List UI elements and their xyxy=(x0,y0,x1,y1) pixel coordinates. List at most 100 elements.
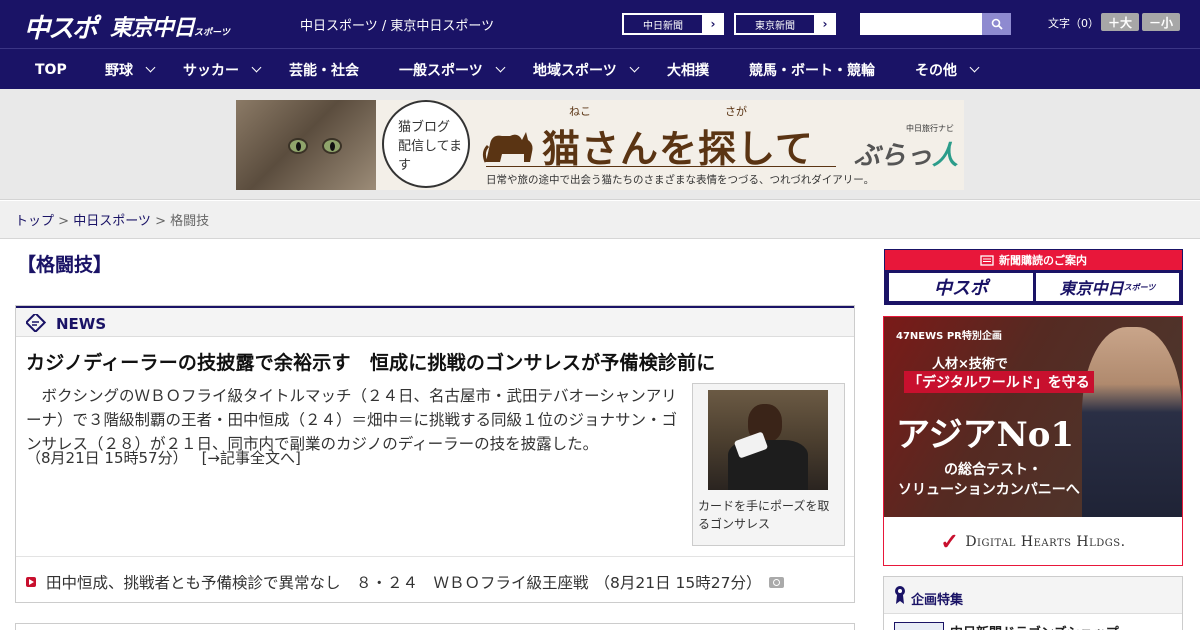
article-photo[interactable] xyxy=(708,390,828,490)
sub-tokyo-small: スポーツ xyxy=(1123,282,1156,292)
nav-label: 一般スポーツ xyxy=(399,62,483,79)
feature-item[interactable]: 中日新聞ドラゴンズショップ xyxy=(950,622,1119,630)
banner-divider xyxy=(486,166,836,167)
ad-line: ソリューションカンパニーへ xyxy=(898,482,1080,498)
tokyo-chunichi-logo[interactable]: 東京中日スポーツ xyxy=(110,10,230,42)
brand-logo: ぶらっ人 xyxy=(854,135,958,172)
global-nav: TOP 野球 サッカー 芸能・社会 一般スポーツ 地域スポーツ 大相撲 競馬・ボ… xyxy=(0,48,1200,89)
related-article[interactable]: 田中恒成、挑戦者とも予備検診で異常なし ８・２４ ＷＢＯフライ級王座戦 （8月2… xyxy=(26,571,785,593)
chevron-down-icon xyxy=(629,62,640,73)
news-title: NEWS xyxy=(56,315,107,333)
chunichi-shimbun-label: 中日新聞 xyxy=(623,14,703,34)
sites-link[interactable]: 中日スポーツ / 東京中日スポーツ xyxy=(300,15,494,34)
article-meta: （8月21日 15時57分） [→記事全文へ] xyxy=(26,447,301,468)
ad-company: ✓ Digital Hearts Hldgs. xyxy=(884,517,1182,565)
brand-subtitle: 中日旅行ナビ xyxy=(906,124,954,133)
subscription-header: 新聞購読のご案内 xyxy=(885,250,1182,270)
camera-icon xyxy=(769,576,785,588)
subscribe-tokyo-chunichi-button[interactable]: 東京中日 スポーツ xyxy=(1036,273,1179,301)
site-header: 中スポ 東京中日スポーツ 中日スポーツ / 東京中日スポーツ 中日新聞 › 東京… xyxy=(0,0,1200,48)
search-input[interactable] xyxy=(860,13,982,35)
ribbon-icon xyxy=(895,586,905,604)
tokyo-logo-text: 東京中日 xyxy=(110,16,195,41)
nav-item-general-sports[interactable]: 一般スポーツ xyxy=(399,49,506,90)
breadcrumb-sep: > xyxy=(150,214,171,229)
chevron-right-icon: › xyxy=(710,17,716,31)
breadcrumb: トップ > 中日スポーツ > 格闘技 xyxy=(15,210,209,229)
font-size-label: 文字（0） xyxy=(1048,17,1099,30)
next-section xyxy=(15,623,855,630)
nav-label: 大相撲 xyxy=(667,62,709,79)
article-headline[interactable]: カジノディーラーの技披露で余裕示す 恒成に挑戦のゴンサレスが予備検診前に xyxy=(26,348,716,375)
brand-accent: 人 xyxy=(932,141,959,171)
breadcrumb-chunichi[interactable]: 中日スポーツ xyxy=(73,214,151,229)
speech-bubble: 猫ブログ配信してます xyxy=(382,100,470,188)
feature-thumbnail[interactable] xyxy=(894,622,944,630)
chunichi-shimbun-button[interactable]: 中日新聞 › xyxy=(622,13,724,35)
sub-tokyo-text: 東京中日 xyxy=(1059,279,1124,298)
breadcrumb-sep: > xyxy=(54,214,74,229)
news-section: NEWS カジノディーラーの技披露で余裕示す 恒成に挑戦のゴンサレスが予備検診前… xyxy=(15,305,855,603)
ad-person xyxy=(1082,327,1182,517)
subscribe-chuspo-button[interactable]: 中スポ xyxy=(889,273,1033,301)
cat-blog-banner-ad[interactable]: 猫ブログ配信してます ねこ さが 猫さんを探して 中日旅行ナビ ぶらっ人 日常や… xyxy=(236,100,964,190)
chevron-down-icon xyxy=(251,62,262,73)
chevron-down-icon xyxy=(145,62,156,73)
cat-eye xyxy=(288,138,308,154)
photo-caption: カードを手にポーズを取るゴンサレス xyxy=(698,499,830,531)
tokyo-shimbun-label: 東京新聞 xyxy=(735,14,815,34)
nav-item-others[interactable]: その他 xyxy=(915,49,980,90)
sidebar-ad[interactable]: 47NEWS PR特別企画 人材×技術で 「デジタルワールド」を守る アジアNo… xyxy=(883,316,1183,566)
nav-item-baseball[interactable]: 野球 xyxy=(105,49,156,90)
divider xyxy=(16,556,854,557)
nav-item-soccer[interactable]: サッカー xyxy=(183,49,262,90)
nav-label: TOP xyxy=(35,61,67,78)
search-button[interactable] xyxy=(982,13,1011,35)
ad-line: の総合テスト・ xyxy=(944,462,1042,478)
ruby-saga: さが xyxy=(725,105,747,118)
checkmark-icon: ✓ xyxy=(940,528,960,555)
nav-label: 芸能・社会 xyxy=(289,62,359,79)
breadcrumb-current: 格闘技 xyxy=(170,214,210,229)
cat-silhouette-icon xyxy=(482,132,533,163)
ad-line: 人材×技術で xyxy=(932,357,1008,372)
chevron-down-icon xyxy=(969,62,980,73)
ad-company-name: Digital Hearts Hldgs. xyxy=(965,533,1126,550)
brand-text: ぶらっ xyxy=(854,141,933,171)
chuspo-logo[interactable]: 中スポ xyxy=(24,8,98,45)
feature-title: 企画特集 xyxy=(911,593,964,608)
ad-headline: アジアNo1 xyxy=(896,415,1075,455)
nav-item-keiba[interactable]: 競馬・ボート・競輪 xyxy=(749,49,875,90)
nav-item-local-sports[interactable]: 地域スポーツ xyxy=(533,49,640,90)
font-smaller-button[interactable]: －小 xyxy=(1142,13,1180,31)
nav-item-top[interactable]: TOP xyxy=(35,49,67,90)
chevron-down-icon xyxy=(495,62,506,73)
chevron-right-icon: › xyxy=(822,17,828,31)
ad-pr-label: 47NEWS PR特別企画 xyxy=(896,331,1002,342)
banner-title: 猫さんを探して xyxy=(542,126,814,171)
feature-box: 企画特集 中日新聞ドラゴンズショップ xyxy=(883,576,1183,630)
news-tag-icon xyxy=(26,314,46,332)
nav-label: 野球 xyxy=(105,62,133,79)
nav-label: その他 xyxy=(915,62,957,79)
news-header: NEWS xyxy=(16,306,854,337)
breadcrumb-top[interactable]: トップ xyxy=(15,214,54,229)
tokyo-shimbun-button[interactable]: 東京新聞 › xyxy=(734,13,836,35)
related-article-date: （8月21日 15時27分） xyxy=(594,574,762,592)
cat-photo xyxy=(236,100,376,190)
font-bigger-button[interactable]: ＋大 xyxy=(1101,13,1139,31)
nav-item-sumo[interactable]: 大相撲 xyxy=(667,49,709,90)
nav-label: サッカー xyxy=(183,62,239,79)
feature-list: 中日新聞ドラゴンズショップ xyxy=(884,613,1182,630)
related-article-text: 田中恒成、挑戦者とも予備検診で異常なし ８・２４ ＷＢＯフライ級王座戦 xyxy=(46,574,589,592)
article-photo-box: カードを手にポーズを取るゴンサレス xyxy=(692,383,845,546)
nav-item-entertainment[interactable]: 芸能・社会 xyxy=(289,49,359,90)
newspaper-icon xyxy=(980,254,994,266)
tokyo-logo-small: スポーツ xyxy=(194,28,230,38)
read-more-link[interactable]: [→記事全文へ] xyxy=(202,449,301,467)
subscription-box: 新聞購読のご案内 中スポ 東京中日 スポーツ xyxy=(884,249,1183,305)
article-date: （8月21日 15時57分） xyxy=(26,449,188,467)
page-title: 【格闘技】 xyxy=(17,254,113,276)
cat-eye xyxy=(322,138,342,154)
article-lead: ボクシングのＷＢＯフライ級タイトルマッチ（２４日、名古屋市・武田テバオーシャンア… xyxy=(26,387,678,453)
